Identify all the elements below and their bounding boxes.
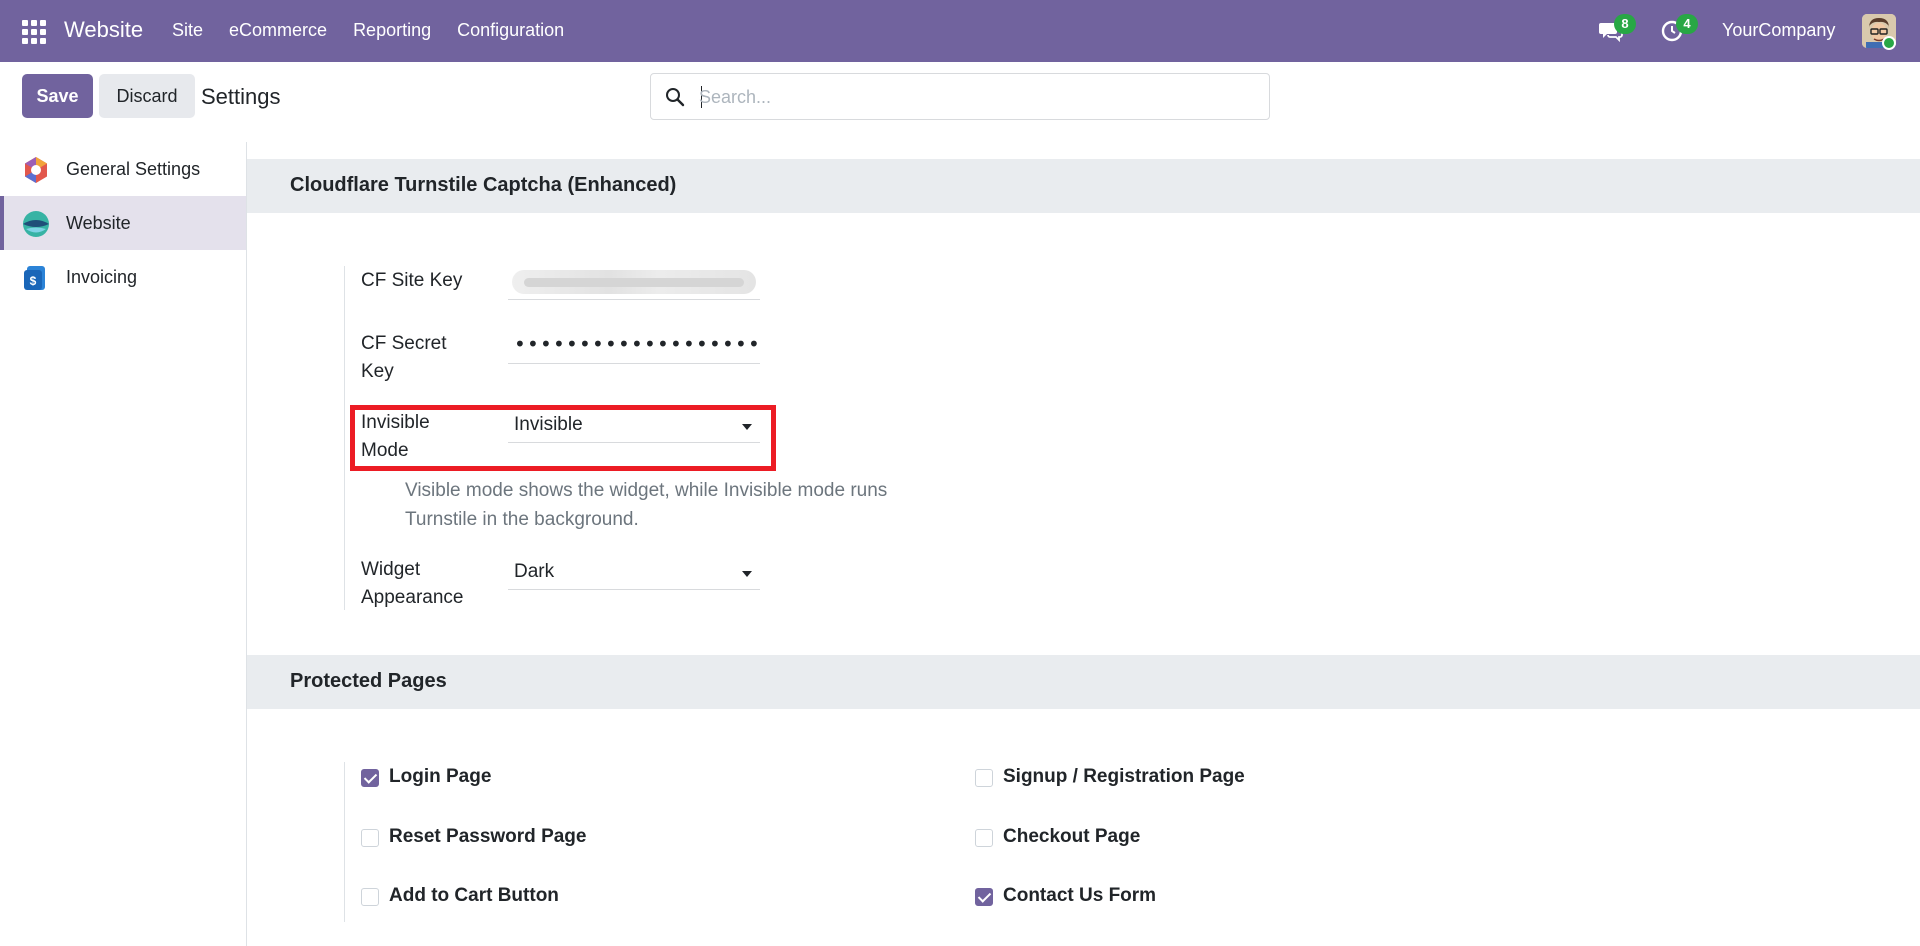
login-page-checkbox[interactable]	[361, 769, 379, 787]
discard-button[interactable]: Discard	[99, 74, 195, 118]
sidebar-item-label: Invoicing	[66, 266, 138, 287]
main-menu: Site eCommerce Reporting Configuration	[172, 20, 590, 41]
messages-count-badge: 8	[1614, 14, 1636, 34]
signup-page-label[interactable]: Signup / Registration Page	[1003, 766, 1245, 788]
widget-appearance-select[interactable]: Dark	[508, 556, 760, 590]
search-icon	[666, 88, 685, 107]
checkout-page-checkbox[interactable]	[975, 829, 993, 847]
invisible-mode-label: Invisible Mode	[361, 412, 430, 461]
cf-secret-key-label: CF Secret Key	[361, 333, 447, 382]
caret-down-icon	[742, 571, 752, 577]
website-app-icon	[23, 211, 49, 237]
add-to-cart-label[interactable]: Add to Cart Button	[389, 885, 559, 907]
invisible-mode-select[interactable]: Invisible	[508, 409, 760, 443]
section-header-turnstile: Cloudflare Turnstile Captcha (Enhanced)	[247, 159, 1920, 213]
login-page-label[interactable]: Login Page	[389, 766, 491, 788]
menu-item-configuration[interactable]: Configuration	[457, 20, 564, 41]
activities-button[interactable]: 4	[1660, 14, 1698, 44]
messages-button[interactable]: 8	[1598, 14, 1636, 44]
widget-appearance-label: Widget Appearance	[361, 559, 464, 608]
section-header-protected-pages: Protected Pages	[247, 655, 1920, 709]
search-box[interactable]	[650, 73, 1270, 120]
sidebar-item-label: General Settings	[66, 158, 201, 179]
redacted-site-key	[512, 270, 756, 294]
widget-appearance-value: Dark	[514, 561, 555, 582]
signup-page-checkbox[interactable]	[975, 769, 993, 787]
add-to-cart-checkbox[interactable]	[361, 888, 379, 906]
sidebar-item-invoicing[interactable]: $ Invoicing	[0, 250, 246, 304]
activities-count-badge: 4	[1676, 14, 1698, 34]
checkout-page-label[interactable]: Checkout Page	[1003, 826, 1140, 848]
cf-site-key-field[interactable]	[508, 266, 760, 300]
section-title: Cloudflare Turnstile Captcha (Enhanced)	[290, 174, 677, 196]
invoicing-app-icon: $	[24, 266, 45, 290]
menu-item-ecommerce[interactable]: eCommerce	[229, 20, 327, 41]
app-grid-icon[interactable]	[22, 20, 46, 44]
invisible-mode-help: Visible mode shows the widget, while Inv…	[405, 480, 888, 530]
search-input[interactable]	[699, 82, 1239, 112]
online-status-dot	[1882, 36, 1896, 50]
section-title: Protected Pages	[290, 670, 447, 692]
sidebar-item-general-settings[interactable]: General Settings	[0, 142, 246, 196]
menu-item-reporting[interactable]: Reporting	[353, 20, 431, 41]
settings-group-divider	[344, 762, 345, 922]
sidebar-item-label: Website	[66, 212, 131, 233]
svg-text:$: $	[30, 274, 37, 288]
sidebar-item-website[interactable]: Website	[0, 196, 246, 250]
contact-us-label[interactable]: Contact Us Form	[1003, 885, 1156, 907]
cf-site-key-label: CF Site Key	[361, 270, 463, 291]
secret-key-value: ••••••••••••••••••••••••••••••••	[514, 332, 758, 356]
settings-group-divider	[344, 266, 345, 610]
contact-us-checkbox[interactable]	[975, 888, 993, 906]
caret-down-icon	[742, 424, 752, 430]
reset-password-label[interactable]: Reset Password Page	[389, 826, 586, 848]
company-switcher[interactable]: YourCompany	[1722, 20, 1835, 41]
general-settings-icon	[25, 157, 47, 183]
top-navbar: Website Site eCommerce Reporting Configu…	[0, 0, 1920, 62]
menu-item-site[interactable]: Site	[172, 20, 203, 41]
app-brand[interactable]: Website	[64, 17, 143, 43]
page-title: Settings	[201, 84, 281, 109]
invisible-mode-value: Invisible	[514, 414, 583, 435]
settings-sidebar: General Settings Website $ Invoicing	[0, 142, 247, 946]
reset-password-checkbox[interactable]	[361, 829, 379, 847]
cf-secret-key-field[interactable]: ••••••••••••••••••••••••••••••••	[508, 330, 760, 364]
save-button[interactable]: Save	[22, 74, 93, 118]
